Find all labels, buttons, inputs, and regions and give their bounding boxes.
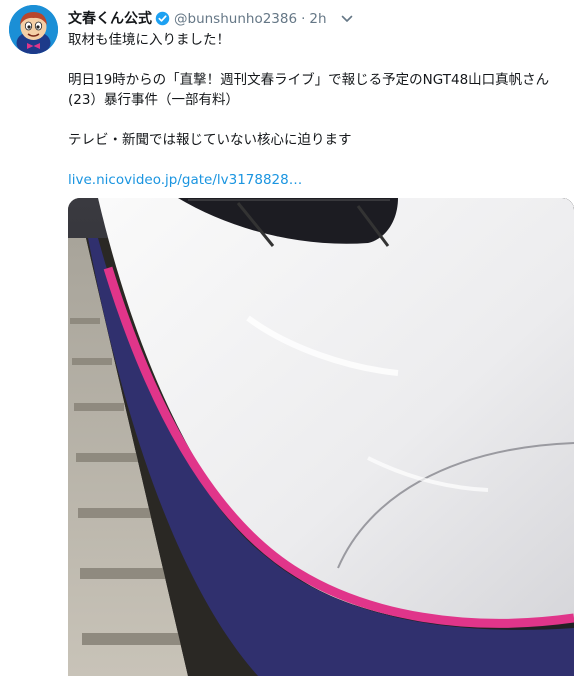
timestamp[interactable]: 2h [309,11,326,27]
train-photo [68,198,574,676]
chevron-down-icon[interactable] [340,11,354,25]
verified-badge-icon [155,11,170,32]
tweet-link[interactable]: live.nicovideo.jp/gate/lv3178828… [68,172,302,188]
tweet-line: テレビ・新聞では報じていない核心に迫ります [68,132,352,148]
tweet-text: 取材も佳境に入りました！ 明日19時からの「直撃！週刊文春ライブ」で報じる予定の… [68,30,573,190]
tweet-photo[interactable] [68,198,574,676]
bunshun-mascot-avatar [9,5,58,54]
tweet-line: 取材も佳境に入りました！ [68,32,230,48]
avatar[interactable] [9,5,58,54]
display-name[interactable]: 文春くん公式 [68,11,152,27]
tweet-line: (23）暴行事件（一部有料） [68,92,239,108]
tweet-header: 文春くん公式 @bunshunho2386 · 2h [68,9,327,29]
tweet-line: 明日19時からの「直撃！週刊文春ライブ」で報じる予定のNGT48山口真帆さん [68,72,550,88]
handle[interactable]: @bunshunho2386 [174,11,297,27]
separator-dot: · [301,11,306,27]
